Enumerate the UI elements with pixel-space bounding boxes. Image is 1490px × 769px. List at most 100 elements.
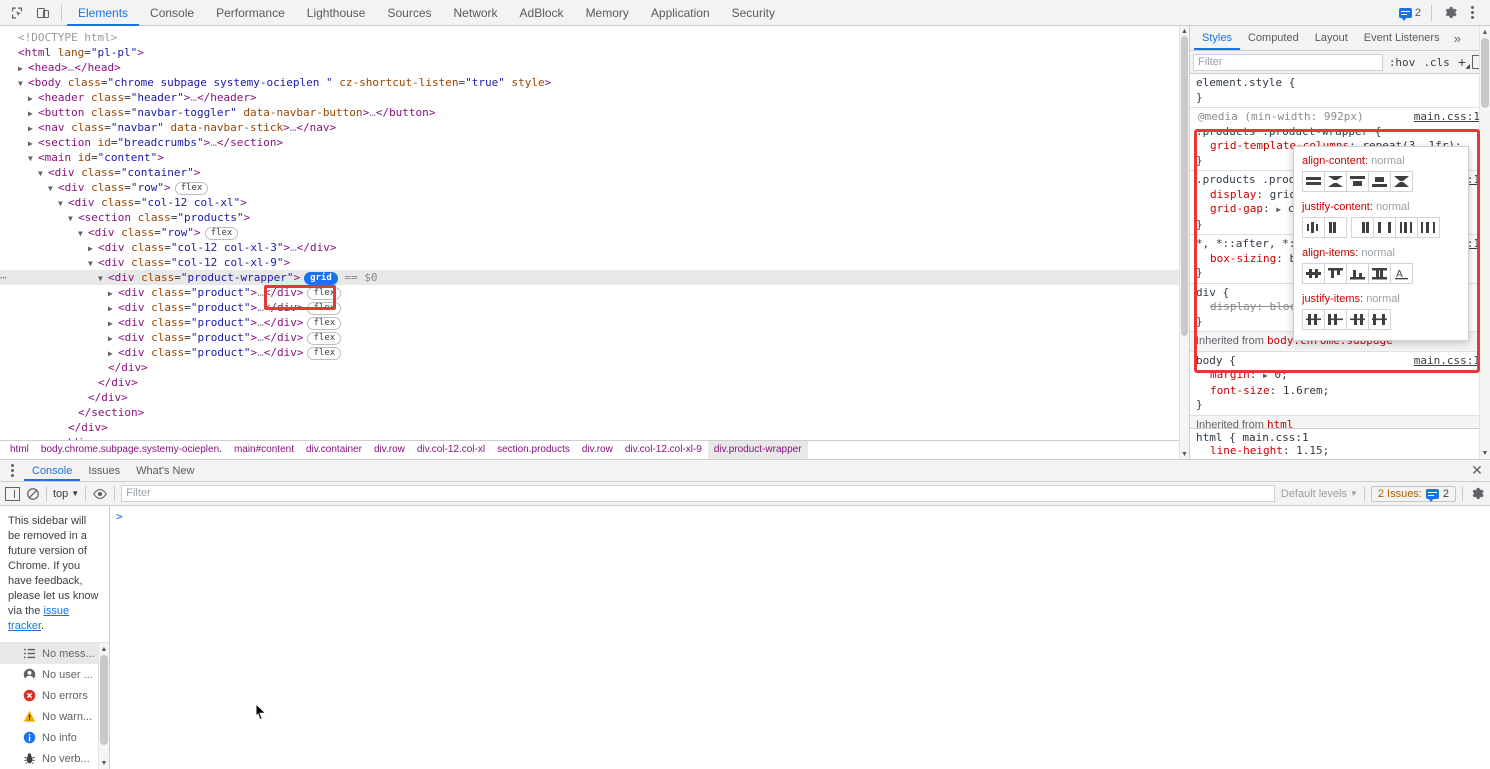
disclosure-triangle[interactable] — [68, 210, 78, 226]
dom-node-selected[interactable]: ⋯<div class="product-wrapper">grid == $0 — [0, 270, 1189, 285]
disclosure-triangle[interactable] — [48, 180, 58, 196]
disclosure-triangle[interactable] — [108, 345, 118, 361]
disclosure-triangle[interactable] — [18, 75, 28, 91]
console-sidebar-item[interactable]: No info — [0, 727, 98, 748]
dom-node[interactable]: <section class="products"> — [0, 210, 1189, 225]
inspect-element-icon[interactable] — [4, 1, 30, 25]
grid-alignment-editor-popup[interactable]: align-content: normal justify-content: no… — [1293, 146, 1469, 341]
dom-node[interactable]: <div class="row">flex — [0, 180, 1189, 195]
stylesheet-origin-link[interactable]: main.css:1 — [1414, 110, 1480, 125]
styles-scrollbar-thumb[interactable] — [1481, 38, 1489, 108]
breadcrumb-item[interactable]: div.row — [368, 441, 411, 459]
dom-node[interactable]: </div> — [0, 435, 1189, 440]
sidebar-scroll-down-arrow[interactable]: ▼ — [99, 757, 109, 769]
scroll-up-arrow[interactable]: ▲ — [1180, 26, 1189, 36]
dom-node[interactable]: <main id="content"> — [0, 150, 1189, 165]
dom-node[interactable]: <div class="product">…</div>flex — [0, 300, 1189, 315]
dom-node[interactable]: <div class="container"> — [0, 165, 1189, 180]
console-log-levels-select[interactable]: Default levels ▼ — [1281, 488, 1358, 500]
breadcrumb-item[interactable]: div.col-12.col-xl-9 — [619, 441, 708, 459]
drawer-more-vertical-icon[interactable] — [0, 460, 24, 481]
dom-node[interactable]: <div class="col-12 col-xl"> — [0, 195, 1189, 210]
dom-node[interactable]: <div class="col-12 col-xl-3">…</div> — [0, 240, 1189, 255]
tab-memory[interactable]: Memory — [575, 0, 640, 26]
breadcrumb-item[interactable]: body.chrome.subpage.systemy-ocieplen. — [35, 441, 228, 459]
drawer-tab-what-s-new[interactable]: What's New — [128, 460, 202, 481]
align-items-baseline-icon[interactable]: A — [1390, 263, 1413, 284]
align-content-stretch-icon[interactable] — [1368, 171, 1391, 192]
css-declaration-font-size[interactable]: font-size: 1.6rem; — [1196, 384, 1490, 399]
breadcrumb-item[interactable]: section.products — [491, 441, 576, 459]
justify-items-center-icon[interactable] — [1302, 309, 1325, 330]
styles-more-tabs-icon[interactable]: » — [1448, 26, 1467, 50]
console-sidebar-toggle-icon[interactable] — [5, 486, 20, 501]
console-output-area[interactable]: > — [110, 506, 1490, 769]
scrollbar-thumb[interactable] — [1181, 36, 1188, 336]
disclosure-triangle[interactable] — [28, 90, 38, 106]
console-sidebar-item[interactable]: No mess... — [0, 643, 98, 664]
styles-tab-event-listeners[interactable]: Event Listeners — [1356, 26, 1448, 50]
breadcrumb-item[interactable]: html — [4, 441, 35, 459]
dom-node[interactable]: <section id="breadcrumbs">…</section> — [0, 135, 1189, 150]
drawer-tab-console[interactable]: Console — [24, 460, 80, 481]
console-sidebar-item[interactable]: No errors — [0, 685, 98, 706]
styles-scroll-down-arrow[interactable]: ▼ — [1480, 447, 1490, 459]
stylesheet-origin-link-body[interactable]: main.css:1 — [1414, 354, 1480, 369]
css-declaration-margin[interactable]: margin: ▶ 0; — [1196, 368, 1490, 384]
breadcrumb-item[interactable]: div.col-12.col-xl — [411, 441, 491, 459]
tab-security[interactable]: Security — [721, 0, 786, 26]
console-sidebar-item[interactable]: No warn... — [0, 706, 98, 727]
console-sidebar-scrollbar[interactable]: ▲ ▼ — [98, 643, 109, 769]
align-items-end-icon[interactable] — [1346, 263, 1369, 284]
justify-items-stretch-icon[interactable] — [1368, 309, 1391, 330]
breadcrumb-item[interactable]: main#content — [228, 441, 300, 459]
tab-elements[interactable]: Elements — [67, 0, 139, 26]
tab-adblock[interactable]: AdBlock — [509, 0, 575, 26]
dom-node[interactable]: </section> — [0, 405, 1189, 420]
disclosure-triangle[interactable] — [98, 270, 108, 286]
dom-node[interactable]: <html lang="pl-pl"> — [0, 45, 1189, 60]
disclosure-triangle[interactable] — [28, 150, 38, 166]
html-rule-origin[interactable]: main.css:1 — [1242, 431, 1308, 444]
dom-node[interactable]: <header class="header">…</header> — [0, 90, 1189, 105]
drawer-tab-issues[interactable]: Issues — [80, 460, 128, 481]
dom-tree[interactable]: <!DOCTYPE html><html lang="pl-pl"><head>… — [0, 26, 1189, 440]
sidebar-scroll-up-arrow[interactable]: ▲ — [99, 643, 109, 655]
dom-node[interactable]: </div> — [0, 420, 1189, 435]
disclosure-triangle[interactable] — [28, 135, 38, 151]
dom-node[interactable]: <div class="row">flex — [0, 225, 1189, 240]
dom-node[interactable]: <div class="product">…</div>flex — [0, 315, 1189, 330]
css-selector[interactable]: .products .product-wrapper { — [1196, 125, 1381, 138]
sidebar-scrollbar-thumb[interactable] — [100, 655, 108, 745]
console-filter-input[interactable]: Filter — [121, 485, 1275, 502]
css-rule[interactable]: element.style {} — [1190, 74, 1490, 108]
align-items-stretch-icon[interactable] — [1368, 263, 1391, 284]
tab-console[interactable]: Console — [139, 0, 205, 26]
scroll-down-arrow[interactable]: ▼ — [1180, 449, 1189, 459]
disclosure-triangle[interactable] — [58, 195, 68, 211]
dom-node[interactable]: <nav class="navbar" data-navbar-stick>…<… — [0, 120, 1189, 135]
device-toolbar-icon[interactable] — [30, 1, 56, 25]
styles-tab-layout[interactable]: Layout — [1307, 26, 1356, 50]
dom-node[interactable]: </div> — [0, 375, 1189, 390]
disclosure-triangle[interactable] — [28, 120, 38, 136]
tab-application[interactable]: Application — [640, 0, 721, 26]
tab-lighthouse[interactable]: Lighthouse — [296, 0, 377, 26]
justify-content-end-icon[interactable] — [1351, 217, 1374, 238]
expand-shorthand-icon-2[interactable]: ▶ — [1263, 371, 1268, 380]
disclosure-triangle[interactable] — [108, 315, 118, 331]
align-content-center-icon[interactable] — [1324, 171, 1347, 192]
breadcrumb-item[interactable]: div.product-wrapper — [707, 441, 808, 459]
css-selector[interactable]: div { — [1196, 286, 1229, 299]
more-vertical-icon[interactable] — [1463, 6, 1482, 19]
force-state-button[interactable]: :hov — [1387, 56, 1418, 69]
styles-scrollbar[interactable]: ▲ ▼ — [1479, 26, 1490, 459]
dom-node[interactable]: <div class="product">…</div>flex — [0, 285, 1189, 300]
align-content-start-icon[interactable] — [1302, 171, 1325, 192]
align-items-center-icon[interactable] — [1302, 263, 1325, 284]
element-classes-button[interactable]: .cls — [1421, 56, 1452, 69]
dom-node[interactable]: <div class="col-12 col-xl-9"> — [0, 255, 1189, 270]
styles-tab-styles[interactable]: Styles — [1194, 26, 1240, 50]
justify-items-end-icon[interactable] — [1346, 309, 1369, 330]
disclosure-triangle[interactable] — [78, 225, 88, 241]
